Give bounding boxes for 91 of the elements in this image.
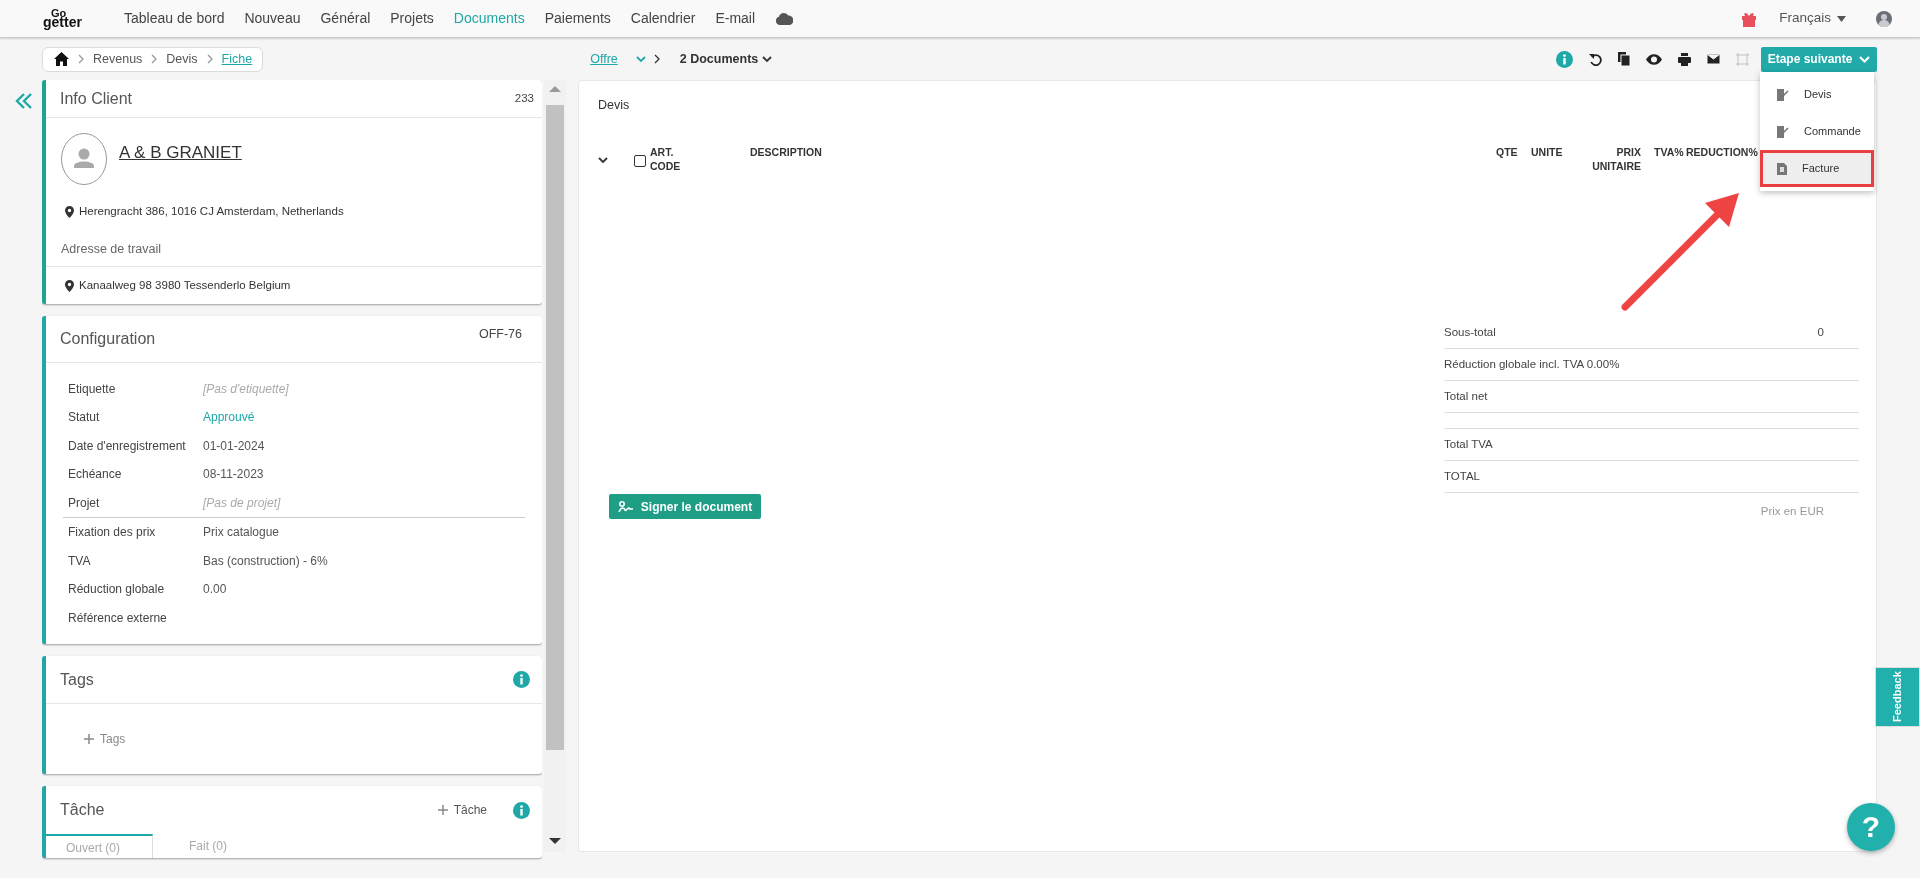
plus-icon	[84, 734, 94, 744]
client-count: 233	[514, 90, 534, 106]
nav-link[interactable]: E-mail	[715, 8, 756, 29]
avatar[interactable]	[1876, 10, 1892, 27]
field-value: 01-01-2024	[203, 437, 265, 455]
address-text: Herengracht 386, 1016 CJ Amsterdam, Netherlands	[79, 204, 344, 219]
card-title: Tags	[60, 669, 94, 690]
nav-link[interactable]: Général	[320, 8, 371, 29]
menu-item[interactable]: Devis	[1760, 76, 1874, 113]
print-icon[interactable]	[1678, 52, 1691, 66]
document-title: Devis	[597, 97, 631, 114]
field-label: Etiquette	[68, 380, 117, 398]
field-label: Fixation des prix	[68, 524, 157, 542]
copy-icon[interactable]	[1618, 52, 1630, 66]
field-label: Date d'enregistrement	[68, 437, 187, 455]
breadcrumb-link[interactable]: Revenus	[93, 49, 143, 69]
caret-down-icon	[1837, 15, 1846, 22]
chevron-down-icon	[762, 55, 773, 63]
column-header: QTE	[1496, 144, 1519, 159]
menu-item[interactable]: Facture	[1760, 150, 1874, 187]
total-label: TOTAL	[1444, 468, 1480, 484]
documents-dropdown[interactable]: 2 Documents	[679, 49, 759, 69]
field-label: Statut	[68, 409, 101, 427]
total-label: Réduction globale incl. TVA 0.00%	[1444, 356, 1620, 372]
breadcrumb-link[interactable]: Devis	[166, 49, 198, 69]
signature-icon	[617, 500, 634, 513]
field-value: 0.00	[203, 581, 227, 599]
field-label: TVA	[68, 552, 92, 570]
nav-link[interactable]: Tableau de bord	[124, 8, 225, 29]
currency-note: Prix en EUR	[1760, 505, 1824, 518]
section-label: Adresse de travail	[61, 241, 163, 259]
field-value: [Pas d'etiquette]	[203, 380, 289, 398]
field-value: 08-11-2023	[203, 466, 264, 484]
cloud-icon[interactable]	[775, 12, 794, 25]
field-label: Echéance	[68, 466, 123, 484]
add-tags-link[interactable]: Tags	[84, 730, 126, 748]
column-header: PRIX UNITAIRE	[1591, 144, 1641, 174]
location-pin-icon	[65, 205, 74, 218]
card-title: Info Client	[60, 88, 133, 109]
menu-item[interactable]: Commande	[1760, 113, 1874, 150]
field-value: Approuvé	[203, 409, 255, 427]
edit-document-icon	[1777, 88, 1789, 101]
home-icon[interactable]	[54, 52, 69, 66]
undo-icon[interactable]	[1589, 52, 1602, 66]
location-pin-icon	[65, 279, 74, 292]
field-value: Bas (construction) - 6%	[203, 552, 328, 570]
column-header: DESCRIPTION	[750, 144, 823, 159]
address-text: Kanaalweg 98 3980 Tessenderlo Belgium	[79, 278, 291, 294]
field-value: Prix catalogue	[203, 524, 280, 542]
nav-link[interactable]: Calendrier	[630, 8, 696, 29]
chevron-icon	[653, 54, 660, 64]
language-selector[interactable]: Français	[1779, 8, 1831, 29]
logo[interactable]: Go getter	[43, 8, 99, 29]
nav-link[interactable]: Projets	[390, 8, 434, 29]
column-header: ART. CODE	[650, 144, 682, 174]
column-header: TVA%	[1653, 144, 1685, 159]
eye-icon[interactable]	[1646, 53, 1662, 65]
select-all-checkbox[interactable]	[634, 154, 646, 167]
total-label: Total TVA	[1444, 436, 1493, 452]
info-icon[interactable]	[513, 801, 530, 819]
chevron-icon	[206, 54, 213, 64]
add-task-link[interactable]: Tâche	[437, 801, 487, 819]
nav-link[interactable]: Nouveau	[244, 8, 301, 29]
card-title: Tâche	[60, 800, 105, 820]
column-header: REDUCTION%	[1686, 144, 1759, 159]
document-icon	[1777, 162, 1787, 175]
document-reference: OFF-76	[478, 326, 522, 344]
gift-icon[interactable]	[1741, 10, 1758, 27]
column-header: UNITE	[1531, 144, 1564, 159]
collapse-icon[interactable]	[15, 92, 33, 110]
info-icon[interactable]	[1556, 50, 1573, 68]
client-name-link[interactable]: A & B GRANIET	[119, 140, 242, 166]
field-label: Réduction globale	[68, 581, 166, 599]
card-title: Configuration	[60, 328, 156, 349]
avatar	[61, 133, 107, 185]
plus-icon	[437, 805, 448, 815]
total-value: 0	[1817, 324, 1824, 340]
expand-icon[interactable]	[598, 156, 608, 164]
edit-document-icon	[1777, 125, 1789, 138]
total-label: Total net	[1444, 388, 1488, 404]
chevron-icon	[151, 54, 158, 64]
field-value: [Pas de projet]	[203, 494, 281, 512]
chevron-down-icon	[635, 55, 646, 63]
field-label: Référence externe	[68, 609, 168, 627]
field-label: Projet	[68, 494, 101, 512]
mail-icon[interactable]	[1707, 54, 1720, 64]
info-icon[interactable]	[513, 671, 530, 688]
total-label: Sous-total	[1444, 324, 1496, 340]
chevron-icon	[78, 54, 84, 64]
chevron-down-icon	[1859, 55, 1871, 63]
nav-link[interactable]: Paiements	[544, 8, 611, 29]
